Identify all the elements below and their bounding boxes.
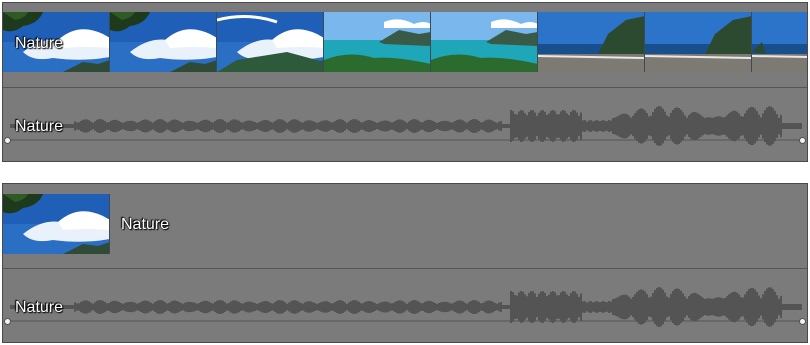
fade-in-handle[interactable] <box>4 137 11 144</box>
fade-out-handle[interactable] <box>799 137 806 144</box>
video-thumbnail <box>3 194 110 254</box>
filmstrip <box>3 12 807 72</box>
audio-waveform <box>7 287 805 327</box>
video-lane[interactable]: Nature <box>3 184 807 269</box>
audio-waveform <box>7 106 805 146</box>
video-thumbnail <box>538 12 645 72</box>
audio-lane[interactable]: Nature <box>3 269 807 342</box>
video-thumbnail <box>324 12 431 72</box>
video-thumbnail <box>431 12 538 72</box>
fade-in-handle[interactable] <box>4 318 11 325</box>
timeline-track-collapsed[interactable]: Nature Nature <box>2 183 808 343</box>
audio-lane[interactable]: Nature <box>3 88 807 161</box>
video-lane[interactable]: Nature <box>3 3 807 88</box>
fade-out-handle[interactable] <box>799 318 806 325</box>
audio-clip-label: Nature <box>15 118 64 135</box>
audio-clip-label: Nature <box>15 299 64 316</box>
video-thumbnail <box>645 12 752 72</box>
video-clip-label: Nature <box>15 35 64 52</box>
video-thumbnail <box>110 12 217 72</box>
video-clip-label: Nature <box>121 216 170 233</box>
timeline-track-expanded[interactable]: Nature Nature <box>2 2 808 162</box>
video-thumbnail <box>752 12 807 72</box>
video-thumbnail <box>217 12 324 72</box>
